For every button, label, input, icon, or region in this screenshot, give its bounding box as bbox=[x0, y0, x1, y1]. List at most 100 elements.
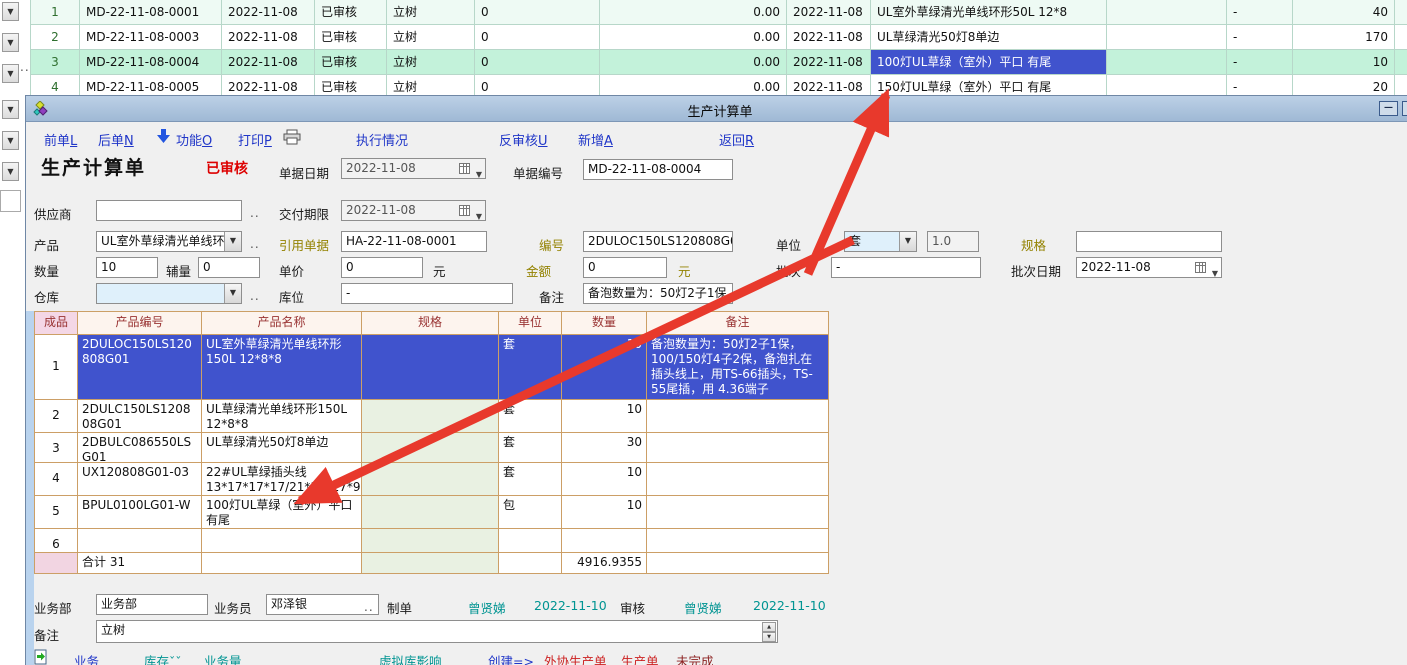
amount-cell[interactable]: 0.00 bbox=[600, 0, 787, 25]
product-code-cell[interactable] bbox=[78, 529, 202, 553]
qty-cell[interactable]: 10 bbox=[562, 335, 647, 400]
supplier-field[interactable] bbox=[96, 200, 242, 221]
remark-cell[interactable] bbox=[647, 400, 829, 433]
qty-cell[interactable]: 0 bbox=[475, 25, 600, 50]
production-order-link[interactable]: 生产单 bbox=[621, 651, 659, 665]
warehouse-lookup-dots[interactable]: .. bbox=[250, 289, 260, 303]
prev-doc-button[interactable]: 前单L bbox=[44, 130, 77, 149]
row-filter-dropdown[interactable]: ▼ bbox=[2, 33, 19, 52]
add-new-button[interactable]: 新增A bbox=[578, 130, 613, 149]
spec-field[interactable] bbox=[1076, 231, 1222, 252]
execution-status-button[interactable]: 执行情况 bbox=[356, 130, 408, 149]
next-doc-button[interactable]: 后单N bbox=[98, 130, 134, 149]
dialog-titlebar[interactable]: 生产计算单 — □ bbox=[26, 96, 1407, 122]
price-field[interactable]: 0 bbox=[341, 257, 423, 278]
batch-cell[interactable]: - bbox=[1227, 25, 1293, 50]
footer-remark-field[interactable]: 立树 ▲ ▼ bbox=[96, 620, 778, 643]
printer-icon[interactable] bbox=[282, 129, 302, 146]
chevron-down-icon[interactable]: ▼ bbox=[476, 165, 482, 179]
row-number-cell[interactable]: 1 bbox=[35, 335, 78, 400]
business-link[interactable]: 业务 bbox=[74, 651, 99, 665]
calendar-icon[interactable] bbox=[459, 163, 470, 174]
header-cell[interactable]: 成品 bbox=[35, 312, 78, 335]
date-cell[interactable]: 2022-11-08 bbox=[222, 0, 315, 25]
row-filter-dropdown[interactable]: ▼ bbox=[2, 64, 19, 83]
dept-field[interactable]: 业务部 bbox=[96, 594, 208, 615]
status-cell[interactable]: 已审核 bbox=[315, 50, 387, 75]
qty-cell[interactable]: 40 bbox=[1293, 0, 1395, 25]
spec-cell[interactable] bbox=[362, 400, 499, 433]
supplier-lookup-dots[interactable]: .. bbox=[250, 206, 260, 220]
row-number-cell[interactable]: 3 bbox=[31, 50, 80, 75]
batch-date-field[interactable]: 2022-11-08 ▼ bbox=[1076, 257, 1222, 278]
empty-cell[interactable] bbox=[1107, 25, 1227, 50]
header-cell[interactable]: 备注 bbox=[647, 312, 829, 335]
amount-cell[interactable]: 0.00 bbox=[600, 50, 787, 75]
row-number-cell[interactable]: 5 bbox=[35, 496, 78, 529]
qty-cell[interactable]: 0 bbox=[475, 50, 600, 75]
row-number-cell[interactable]: 6 bbox=[35, 529, 78, 553]
doc-no-cell[interactable]: MD-22-11-08-0003 bbox=[80, 25, 222, 50]
spinner-down-icon[interactable]: ▼ bbox=[762, 632, 776, 642]
row-filter-dropdown[interactable]: ▼ bbox=[2, 162, 19, 181]
aux-qty-field[interactable]: 0 bbox=[198, 257, 260, 278]
qty-cell[interactable] bbox=[562, 529, 647, 553]
amount-field[interactable]: 0 bbox=[583, 257, 667, 278]
spec-cell[interactable] bbox=[362, 335, 499, 400]
spinner-up-icon[interactable]: ▲ bbox=[762, 622, 776, 632]
row-number-cell[interactable]: 2 bbox=[35, 400, 78, 433]
product-name-cell[interactable]: UL室外草绿清光单线环形150L 12*8*8 bbox=[202, 335, 362, 400]
unaudit-button[interactable]: 反审核U bbox=[499, 130, 548, 149]
row-filter-dropdown[interactable]: ▼ bbox=[2, 100, 19, 119]
header-cell[interactable]: 数量 bbox=[562, 312, 647, 335]
date-cell[interactable]: 2022-11-08 bbox=[787, 25, 871, 50]
date-cell[interactable]: 2022-11-08 bbox=[787, 50, 871, 75]
product-code-cell[interactable]: 2DULC150LS120808G01 bbox=[78, 400, 202, 433]
qty-field[interactable]: 10 bbox=[96, 257, 158, 278]
product-code-cell[interactable]: BPUL0100LG01-W bbox=[78, 496, 202, 529]
spinner[interactable]: ▲ ▼ bbox=[762, 622, 776, 642]
qty-cell[interactable]: 10 bbox=[1293, 50, 1395, 75]
empty-cell[interactable] bbox=[1107, 50, 1227, 75]
date-cell[interactable]: 2022-11-08 bbox=[787, 0, 871, 25]
remark-cell[interactable] bbox=[647, 463, 829, 496]
unit-combobox[interactable]: 套 ▼ bbox=[844, 231, 917, 252]
status-cell[interactable]: 已审核 bbox=[315, 0, 387, 25]
product-name-cell[interactable]: UL室外草绿清光单线环形50L 12*8 bbox=[871, 0, 1107, 25]
calendar-icon[interactable] bbox=[1195, 262, 1206, 273]
row-number-cell[interactable]: 1 bbox=[31, 0, 80, 25]
inventory-link[interactable]: 库存ˇˇ bbox=[144, 651, 182, 665]
return-button[interactable]: 返回R bbox=[719, 130, 754, 149]
empty-cell[interactable] bbox=[1107, 0, 1227, 25]
calendar-icon[interactable] bbox=[459, 205, 470, 216]
chevron-down-icon[interactable]: ▼ bbox=[1212, 264, 1218, 278]
location-field[interactable]: - bbox=[341, 283, 513, 304]
unit-cell[interactable] bbox=[499, 529, 562, 553]
warehouse-combobox[interactable]: ▼ bbox=[96, 283, 242, 304]
product-name-cell-highlighted[interactable]: 100灯UL草绿（室外）平口 有尾 bbox=[871, 50, 1107, 75]
spec-cell[interactable] bbox=[362, 463, 499, 496]
deliver-date-field[interactable]: 2022-11-08 ▼ bbox=[341, 200, 486, 221]
product-name-cell[interactable]: 22#UL草绿插头线13*17*17*17/21*17*17*9有尾 bbox=[202, 463, 362, 496]
doc-date-field[interactable]: 2022-11-08 ▼ bbox=[341, 158, 486, 179]
chevron-down-icon[interactable]: ▼ bbox=[224, 232, 241, 251]
row-filter-dropdown[interactable]: ▼ bbox=[2, 2, 19, 21]
remark-cell[interactable] bbox=[647, 433, 829, 463]
date-cell[interactable]: 2022-11-08 bbox=[222, 50, 315, 75]
chevron-down-icon[interactable]: ▼ bbox=[899, 232, 916, 251]
qty-cell[interactable]: 170 bbox=[1293, 25, 1395, 50]
unit-cell[interactable]: 套 bbox=[499, 433, 562, 463]
row-number-cell[interactable]: 2 bbox=[31, 25, 80, 50]
spec-cell[interactable] bbox=[362, 529, 499, 553]
qty-cell[interactable]: 30 bbox=[562, 433, 647, 463]
batch-cell[interactable]: - bbox=[1227, 50, 1293, 75]
product-lookup-dots[interactable]: .. bbox=[250, 237, 260, 251]
product-combobox[interactable]: UL室外草绿清光单线环 ▼ bbox=[96, 231, 242, 252]
batch-cell[interactable]: - bbox=[1227, 0, 1293, 25]
product-name-cell[interactable]: UL草绿清光50灯8单边 bbox=[871, 25, 1107, 50]
left-edit-box[interactable] bbox=[0, 190, 21, 212]
salesman-field[interactable]: 邓泽银 bbox=[266, 594, 379, 615]
product-name-cell[interactable]: 100灯UL草绿（室外）平口 有尾 bbox=[202, 496, 362, 529]
spec-cell[interactable] bbox=[362, 496, 499, 529]
header-cell[interactable]: 单位 bbox=[499, 312, 562, 335]
